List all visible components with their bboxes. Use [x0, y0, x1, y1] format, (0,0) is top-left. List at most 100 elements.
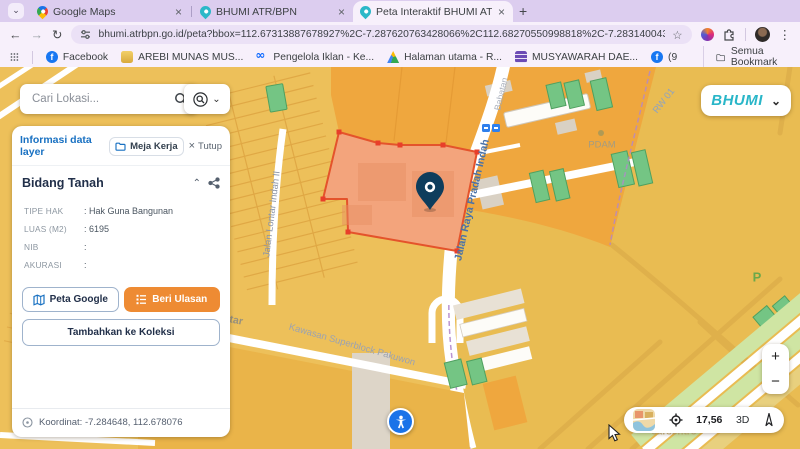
bookmark-item[interactable]: Facebook	[46, 51, 108, 63]
meja-kerja-button[interactable]: Meja Kerja	[109, 137, 184, 156]
extensions-puzzle-icon[interactable]	[723, 28, 736, 41]
bhumi-pin-favicon	[358, 4, 374, 20]
accessibility-button[interactable]	[387, 408, 414, 435]
site-info-icon[interactable]	[80, 29, 91, 40]
bookmark-star-icon[interactable]: ☆	[672, 28, 682, 42]
zoom-level-value[interactable]: 17,56	[696, 414, 722, 426]
mouse-cursor	[608, 424, 621, 442]
google-ads-icon	[387, 51, 399, 63]
close-panel-button[interactable]: × Tutup	[189, 140, 222, 152]
new-tab-button[interactable]: +	[519, 3, 527, 19]
zoom-in-button[interactable]: +	[762, 344, 789, 369]
tab-search-button[interactable]: ⌄	[8, 3, 24, 19]
advanced-search-button[interactable]: ⌄	[184, 84, 230, 114]
search-input[interactable]	[30, 92, 168, 106]
profile-avatar[interactable]	[755, 27, 770, 42]
field-value: : Hak Guna Bangunan	[84, 206, 218, 216]
section-title: Bidang Tanah	[22, 176, 186, 190]
address-bar[interactable]: bhumi.atrbpn.go.id/peta?bbox=112.6731388…	[71, 25, 691, 44]
tab-strip: ⌄ Google Maps×BHUMI ATR/BPN×Peta Interak…	[0, 0, 800, 22]
review-list-icon	[136, 294, 147, 305]
close-label: Tutup	[198, 141, 222, 152]
browser-toolbar: ← → ↻ bhumi.atrbpn.go.id/peta?bbox=112.6…	[0, 22, 800, 47]
brand-chevron-icon: ⌄	[771, 94, 781, 108]
bookmarks-bar: Facebook AREBI MUNAS MUS... Pengelola Ikla…	[0, 47, 800, 68]
all-bookmarks-label: Semua Bookmark	[731, 46, 790, 68]
bookmark-item[interactable]: Pengelola Iklan - Ke...	[256, 51, 374, 63]
reload-button[interactable]: ↻	[52, 27, 62, 42]
bookmarks-separator	[32, 51, 33, 64]
browser-tab[interactable]: BHUMI ATR/BPN ×	[193, 1, 353, 22]
folder-icon	[716, 52, 725, 63]
coordinate-text: Koordinat: -7.284648, 112.678076	[39, 417, 183, 428]
compass-icon[interactable]	[763, 413, 775, 427]
zoom-out-button[interactable]: −	[762, 369, 789, 394]
all-bookmarks-button[interactable]: Semua Bookmark	[703, 46, 790, 68]
tambahkan-ke-koleksi-button[interactable]: Tambahkan ke Koleksi	[22, 319, 220, 346]
close-icon: ×	[189, 140, 195, 152]
bhumi-logo: BHUMI	[711, 92, 763, 109]
bookmark-item[interactable]: (9) Bisnis Properti Ja...	[651, 51, 677, 63]
parcel-fields: TIPE HAK: Hak Guna BangunanLUAS (M2): 61…	[12, 194, 230, 278]
location-search-box[interactable]	[20, 84, 198, 114]
forward-button[interactable]: →	[31, 28, 44, 42]
layer-info-panel: Informasi data layer Meja Kerja × Tutup …	[12, 126, 230, 437]
bhumi-pin-favicon	[198, 4, 214, 20]
workspace-label: Meja Kerja	[130, 141, 178, 152]
bookmark-item[interactable]: Halaman utama - R...	[387, 51, 502, 63]
bookmark-label: Pengelola Iklan - Ke...	[273, 52, 374, 63]
share-icon[interactable]	[208, 177, 220, 189]
field-label: TIPE HAK	[24, 206, 84, 216]
toolbar-separator	[745, 28, 746, 41]
browser-tab[interactable]: Google Maps ×	[30, 1, 190, 22]
mode-3d-button[interactable]: 3D	[736, 414, 749, 426]
close-tab-icon[interactable]: ×	[174, 5, 183, 19]
zoom-control: + −	[762, 344, 789, 394]
tab-title: Peta Interaktif BHUMI ATR/BPN	[376, 6, 492, 18]
field-label: AKURASI	[24, 260, 84, 270]
musda-icon	[515, 51, 527, 63]
tambah-koleksi-label: Tambahkan ke Koleksi	[67, 327, 174, 338]
field-row: LUAS (M2): 6195	[24, 224, 218, 234]
google-map-icon	[33, 294, 45, 306]
bookmark-label: MUSYAWARAH DAE...	[532, 52, 638, 63]
beri-ulasan-label: Beri Ulasan	[152, 294, 207, 305]
bookmark-label: (9) Bisnis Properti Ja...	[668, 52, 677, 63]
tab-title: Google Maps	[53, 6, 169, 18]
field-row: NIB:	[24, 242, 218, 252]
collapse-chevron-icon[interactable]: ⌃	[193, 178, 201, 189]
peta-google-button[interactable]: Peta Google	[22, 287, 119, 312]
field-row: AKURASI:	[24, 260, 218, 270]
map-bottom-bar: 17,56 3D	[624, 407, 784, 433]
workspace-folder-icon	[115, 142, 126, 151]
bookmark-item[interactable]: AREBI MUNAS MUS...	[121, 51, 243, 63]
back-button[interactable]: ←	[9, 28, 22, 42]
browser-tab[interactable]: Peta Interaktif BHUMI ATR/BPN ×	[353, 1, 513, 22]
close-tab-icon[interactable]: ×	[337, 5, 346, 19]
field-value: : 6195	[84, 224, 218, 234]
apps-grid-icon[interactable]	[10, 51, 19, 63]
locate-me-icon[interactable]	[669, 413, 683, 427]
peta-google-label: Peta Google	[50, 294, 108, 305]
field-value: :	[84, 260, 218, 270]
close-tab-icon[interactable]: ×	[497, 5, 506, 19]
browser-menu-button[interactable]: ⋮	[779, 27, 792, 42]
tab-separator	[191, 6, 192, 17]
facebook-icon	[651, 51, 663, 63]
bookmark-label: Halaman utama - R...	[404, 52, 502, 63]
bookmark-label: AREBI MUNAS MUS...	[138, 52, 243, 63]
beri-ulasan-button[interactable]: Beri Ulasan	[124, 287, 221, 312]
url-text: bhumi.atrbpn.go.id/peta?bbox=112.6731388…	[98, 29, 665, 40]
field-value: :	[84, 242, 218, 252]
panel-title: Informasi data layer	[20, 134, 104, 158]
extension-icon[interactable]	[701, 28, 714, 41]
bhumi-logo-button[interactable]: BHUMI ⌄	[701, 85, 791, 116]
field-label: NIB	[24, 242, 84, 252]
bookmark-item[interactable]: MUSYAWARAH DAE...	[515, 51, 638, 63]
field-row: TIPE HAK: Hak Guna Bangunan	[24, 206, 218, 216]
basemap-switcher-thumbnail[interactable]	[633, 409, 655, 431]
field-label: LUAS (M2)	[24, 224, 84, 234]
tab-title: BHUMI ATR/BPN	[216, 6, 332, 18]
coordinate-icon	[22, 417, 33, 428]
arebi-icon	[121, 51, 133, 63]
